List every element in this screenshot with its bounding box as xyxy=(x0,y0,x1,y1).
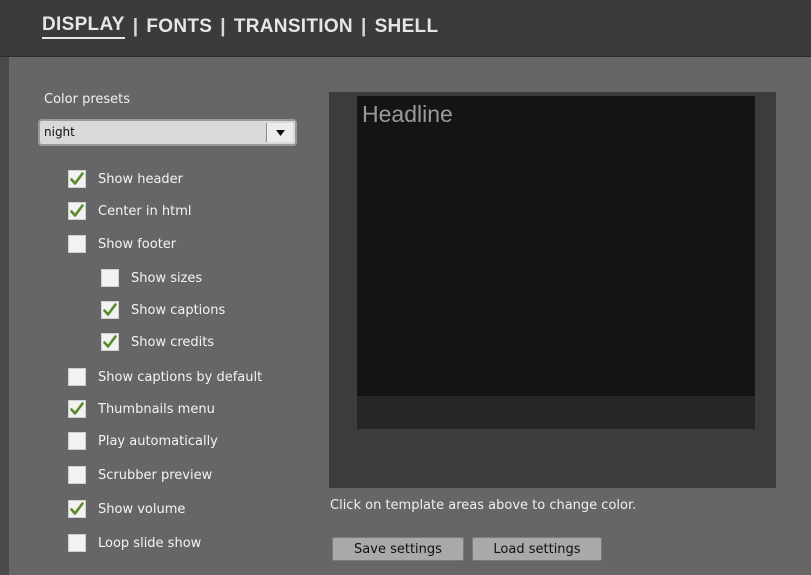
option-play-automatically[interactable]: Play automatically xyxy=(68,430,218,452)
tab-separator: | xyxy=(360,15,367,37)
checkbox[interactable] xyxy=(68,500,86,518)
option-label: Show sizes xyxy=(131,270,203,286)
option-show-footer[interactable]: Show footer xyxy=(68,233,176,255)
option-show-header[interactable]: Show header xyxy=(68,168,183,190)
checkbox[interactable] xyxy=(68,400,86,418)
preview-hint-text: Click on template areas above to change … xyxy=(330,498,637,513)
tab-separator: | xyxy=(220,15,226,37)
checkbox[interactable] xyxy=(68,170,86,188)
save-settings-button[interactable]: Save settings xyxy=(332,537,464,561)
color-presets-value: night xyxy=(44,125,75,139)
tab-transition[interactable]: TRANSITION xyxy=(234,16,353,38)
option-show-sizes[interactable]: Show sizes xyxy=(101,267,202,289)
option-show-volume[interactable]: Show volume xyxy=(68,498,185,520)
option-label: Show volume xyxy=(98,501,186,517)
template-preview-body[interactable] xyxy=(357,96,755,396)
checkbox[interactable] xyxy=(68,466,86,484)
color-presets-select[interactable]: night xyxy=(38,119,297,146)
checkbox[interactable] xyxy=(68,235,86,253)
color-presets-label: Color presets xyxy=(44,92,131,107)
option-label: Show credits xyxy=(131,334,215,350)
checkbox[interactable] xyxy=(101,333,119,351)
option-scrubber-preview[interactable]: Scrubber preview xyxy=(68,464,212,486)
left-edge-strip xyxy=(0,57,9,575)
tab-shell[interactable]: SHELL xyxy=(375,16,439,38)
option-show-credits[interactable]: Show credits xyxy=(101,331,214,353)
chevron-down-icon[interactable] xyxy=(266,123,293,142)
checkbox[interactable] xyxy=(68,368,86,386)
option-label: Thumbnails menu xyxy=(98,401,215,417)
checkbox[interactable] xyxy=(101,301,119,319)
option-label: Play automatically xyxy=(98,433,218,449)
checkbox[interactable] xyxy=(68,534,86,552)
template-preview-footer[interactable] xyxy=(357,396,755,429)
tab-display[interactable]: DISPLAY xyxy=(42,14,125,39)
option-show-captions-by-default[interactable]: Show captions by default xyxy=(68,366,262,388)
option-label: Show captions xyxy=(131,302,226,318)
option-label: Center in html xyxy=(98,203,192,219)
option-loop-slide-show[interactable]: Loop slide show xyxy=(68,532,201,554)
load-settings-button[interactable]: Load settings xyxy=(472,537,602,561)
option-show-captions[interactable]: Show captions xyxy=(101,299,225,321)
checkbox[interactable] xyxy=(68,432,86,450)
template-preview-headline[interactable]: Headline xyxy=(362,101,453,128)
top-nav-bar: DISPLAY | FONTS | TRANSITION | SHELL xyxy=(0,0,811,57)
tab-bar: DISPLAY | FONTS | TRANSITION | SHELL xyxy=(42,14,438,39)
checkbox[interactable] xyxy=(68,202,86,220)
option-label: Show header xyxy=(98,171,184,187)
option-label: Scrubber preview xyxy=(98,467,213,483)
tab-separator: | xyxy=(132,15,139,37)
option-label: Show footer xyxy=(98,236,177,252)
checkbox[interactable] xyxy=(101,269,119,287)
tab-fonts[interactable]: FONTS xyxy=(146,16,212,38)
option-label: Loop slide show xyxy=(98,535,202,551)
option-label: Show captions by default xyxy=(98,369,263,385)
option-center-in-html[interactable]: Center in html xyxy=(68,200,191,222)
option-thumbnails-menu[interactable]: Thumbnails menu xyxy=(68,398,215,420)
